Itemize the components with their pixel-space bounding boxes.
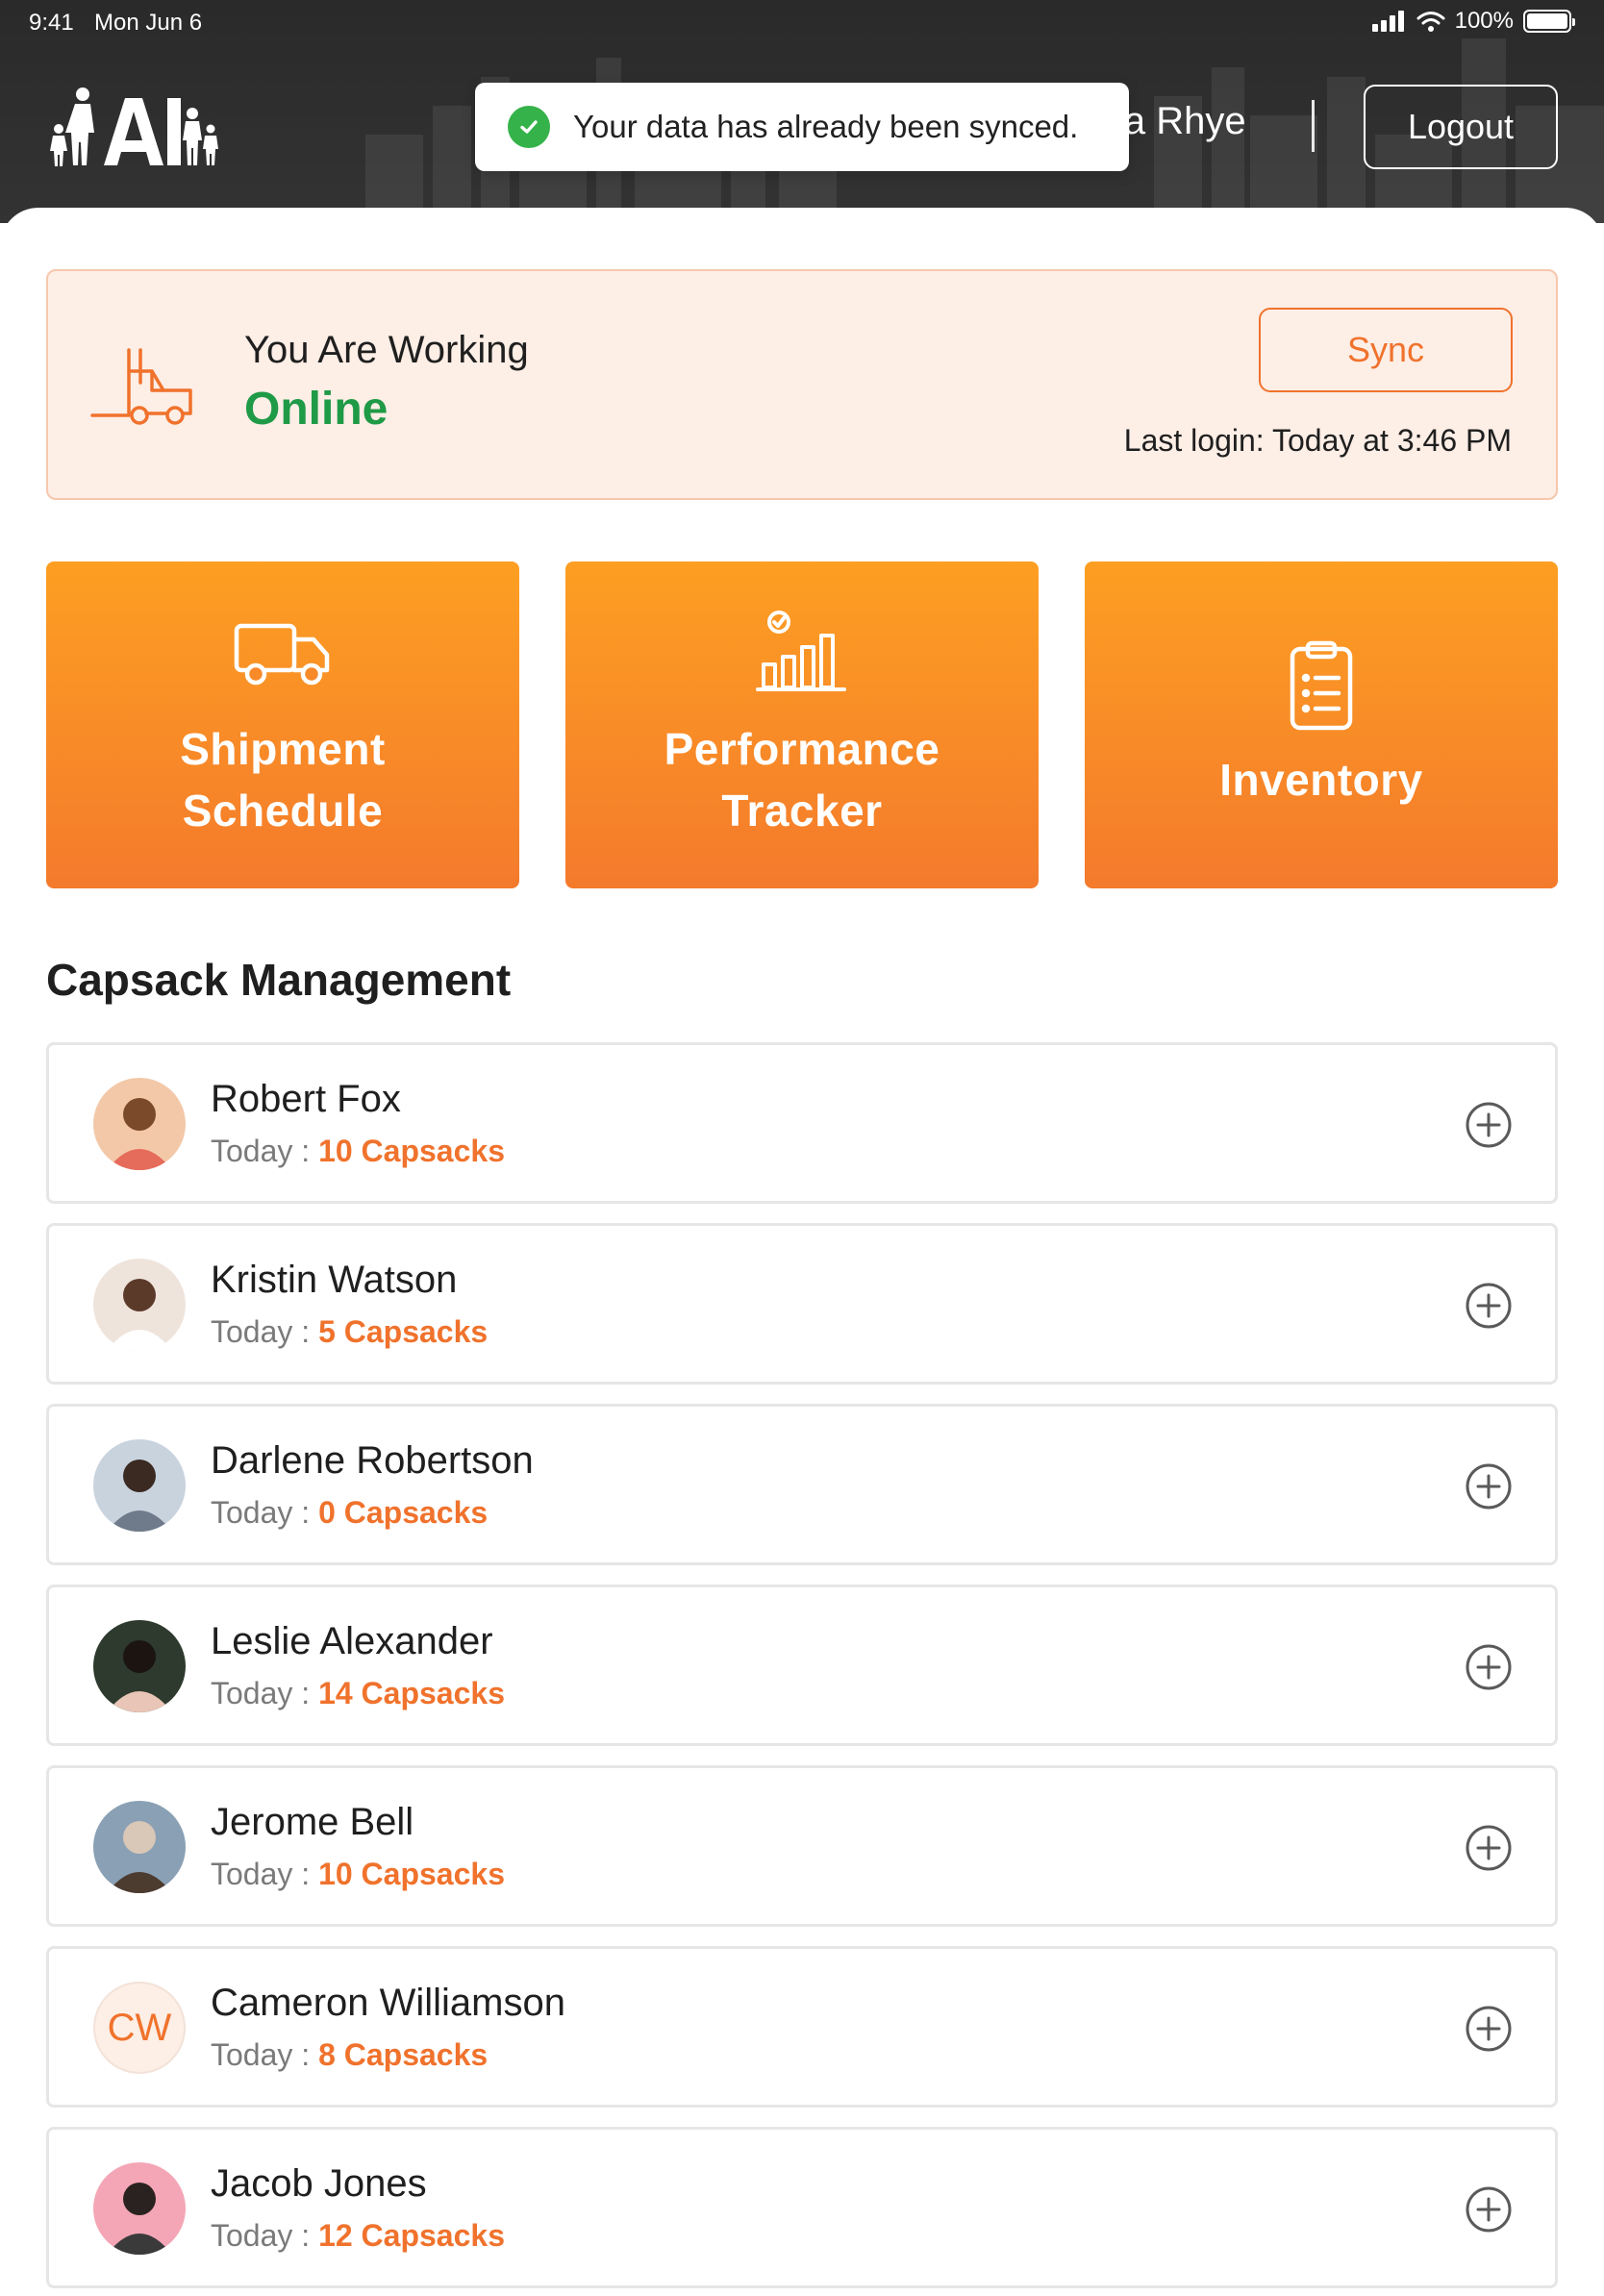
- status-bar: 9:41 Mon Jun 6 100%: [0, 0, 1604, 46]
- sync-toast: Your data has already been synced.: [475, 83, 1129, 171]
- person-name: Jacob Jones: [211, 2162, 427, 2205]
- person-name: Leslie Alexander: [211, 1620, 493, 1662]
- status-indicators: 100%: [1371, 8, 1575, 35]
- quick-actions: Shipment Schedule Performance Tracker In…: [46, 562, 1558, 888]
- performance-tracker-tile[interactable]: Performance Tracker: [565, 562, 1039, 888]
- add-circle-icon[interactable]: [1465, 1282, 1513, 1330]
- person-name: Cameron Williamson: [211, 1982, 565, 2024]
- capsack-summary: Today : 8 Capsacks: [211, 2037, 488, 2073]
- list-item[interactable]: Darlene Robertson Today : 0 Capsacks: [46, 1404, 1558, 1565]
- section-title: Capsack Management: [46, 955, 512, 1005]
- capsack-count: 8 Capsacks: [318, 2037, 489, 2072]
- shipment-schedule-tile[interactable]: Shipment Schedule: [46, 562, 519, 888]
- clipboard-list-icon: [1290, 640, 1353, 731]
- status-date: Mon Jun 6: [94, 10, 203, 36]
- avatar-initials-text: CW: [107, 2006, 172, 2049]
- capsack-summary: Today : 10 Capsacks: [211, 1857, 505, 1892]
- battery-percent: 100%: [1454, 8, 1514, 34]
- status-time: 9:41: [29, 10, 74, 36]
- tile-label: Performance Tracker: [664, 724, 940, 836]
- avatar-photo: [93, 1259, 186, 1351]
- capsack-count: 5 Capsacks: [318, 1314, 489, 1349]
- capsack-summary: Today : 5 Capsacks: [211, 1314, 488, 1350]
- add-circle-icon[interactable]: [1465, 2005, 1513, 2053]
- truck-icon: [234, 623, 330, 686]
- capsack-summary: Today : 10 Capsacks: [211, 1134, 505, 1169]
- avatar-photo: [93, 1439, 186, 1532]
- person-name: Darlene Robertson: [211, 1439, 534, 1482]
- capsack-summary: Today : 14 Capsacks: [211, 1676, 505, 1711]
- online-status: Online: [244, 384, 388, 435]
- app-header: 9:41 Mon Jun 6 100% ia Rhye Logout Your …: [0, 0, 1604, 223]
- day-label: Today :: [211, 2218, 311, 2253]
- avatar: [93, 1620, 186, 1712]
- day-label: Today :: [211, 1314, 311, 1349]
- last-login-text: Last login: Today at 3:46 PM: [1123, 423, 1512, 458]
- capsack-count: 14 Capsacks: [318, 1676, 505, 1710]
- day-label: Today :: [211, 1495, 311, 1530]
- forklift-icon: [90, 348, 192, 425]
- check-circle-icon: [508, 106, 550, 148]
- add-circle-icon[interactable]: [1465, 1462, 1513, 1510]
- avatar: [93, 1259, 186, 1351]
- capsack-count: 10 Capsacks: [318, 1134, 505, 1168]
- day-label: Today :: [211, 2037, 311, 2072]
- add-circle-icon[interactable]: [1465, 1101, 1513, 1149]
- avatar: [93, 1439, 186, 1532]
- avatar-photo: [93, 2162, 186, 2255]
- list-item[interactable]: Robert Fox Today : 10 Capsacks: [46, 1042, 1558, 1204]
- tile-label: Inventory: [1219, 755, 1423, 805]
- avatar-photo: [93, 1620, 186, 1712]
- add-circle-icon[interactable]: [1465, 2185, 1513, 2234]
- capsack-count: 10 Capsacks: [318, 1857, 505, 1891]
- wifi-icon: [1416, 12, 1445, 32]
- list-item[interactable]: Jerome Bell Today : 10 Capsacks: [46, 1765, 1558, 1927]
- avatar-photo: [93, 1078, 186, 1170]
- capsack-summary: Today : 0 Capsacks: [211, 1495, 488, 1531]
- person-name: Jerome Bell: [211, 1801, 414, 1843]
- bar-chart-icon: [756, 611, 846, 691]
- header-divider: [1312, 100, 1315, 152]
- work-status-panel: You Are Working Online Sync Last login: …: [46, 269, 1558, 500]
- capsack-summary: Today : 12 Capsacks: [211, 2218, 505, 2254]
- list-item[interactable]: Leslie Alexander Today : 14 Capsacks: [46, 1585, 1558, 1746]
- avatar: [93, 1078, 186, 1170]
- list-item[interactable]: Jacob Jones Today : 12 Capsacks: [46, 2127, 1558, 2288]
- avatar-initials: CW: [93, 1982, 186, 2074]
- list-item[interactable]: CW Cameron Williamson Today : 8 Capsacks: [46, 1946, 1558, 2108]
- capsack-count: 12 Capsacks: [318, 2218, 505, 2253]
- day-label: Today :: [211, 1134, 311, 1168]
- avatar: [93, 2162, 186, 2255]
- avatar-photo: [93, 1801, 186, 1893]
- day-label: Today :: [211, 1857, 311, 1891]
- person-name: Kristin Watson: [211, 1259, 458, 1301]
- toast-message: Your data has already been synced.: [573, 109, 1079, 144]
- logout-button[interactable]: Logout: [1364, 85, 1558, 169]
- battery-icon: [1523, 10, 1575, 33]
- add-circle-icon[interactable]: [1465, 1643, 1513, 1691]
- list-item[interactable]: Kristin Watson Today : 5 Capsacks: [46, 1223, 1558, 1385]
- inventory-tile[interactable]: Inventory: [1085, 562, 1558, 888]
- app-logo: [50, 87, 218, 166]
- person-name: Robert Fox: [211, 1078, 401, 1120]
- main-content: You Are Working Online Sync Last login: …: [0, 208, 1604, 2296]
- working-label: You Are Working: [244, 329, 529, 371]
- avatar: [93, 1801, 186, 1893]
- day-label: Today :: [211, 1676, 311, 1710]
- sync-button[interactable]: Sync: [1259, 308, 1513, 392]
- cellular-signal-icon: [1371, 11, 1404, 32]
- capsack-count: 0 Capsacks: [318, 1495, 489, 1530]
- add-circle-icon[interactable]: [1465, 1824, 1513, 1872]
- user-name: ia Rhye: [1115, 100, 1246, 142]
- tile-label: Shipment Schedule: [180, 724, 386, 836]
